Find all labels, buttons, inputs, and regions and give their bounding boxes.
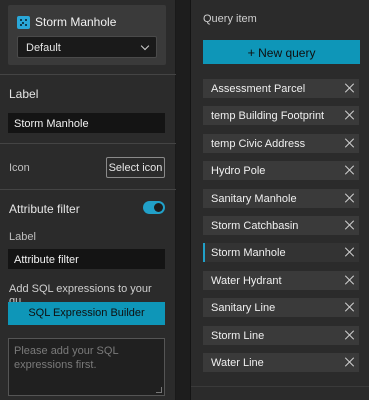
- close-icon[interactable]: [345, 83, 355, 93]
- close-icon[interactable]: [345, 193, 355, 203]
- icon-heading: Icon: [9, 162, 30, 174]
- query-item[interactable]: Water Hydrant: [203, 270, 359, 290]
- query-item[interactable]: Storm Line: [203, 325, 359, 345]
- new-query-button[interactable]: + New query: [203, 40, 360, 64]
- query-panel-title: Query item: [203, 13, 257, 25]
- sql-expression-textarea[interactable]: Please add your SQL expressions first.: [8, 338, 165, 396]
- layer-icon: [17, 16, 30, 29]
- close-icon[interactable]: [345, 275, 355, 285]
- query-item-label: temp Building Footprint: [211, 110, 325, 123]
- close-icon[interactable]: [345, 220, 355, 230]
- query-item-label: Sanitary Manhole: [211, 192, 297, 205]
- filter-label-heading: Label: [9, 231, 36, 243]
- layer-view-select-value: Default: [26, 42, 61, 54]
- divider: [0, 189, 176, 190]
- query-item-label: Hydro Pole: [211, 165, 266, 178]
- query-item-label: Storm Catchbasin: [211, 219, 299, 232]
- close-icon[interactable]: [345, 165, 355, 175]
- query-item-label: Sanitary Line: [211, 302, 276, 315]
- query-item[interactable]: temp Civic Address: [203, 133, 359, 153]
- plus-icon: +: [247, 45, 256, 60]
- query-item[interactable]: Hydro Pole: [203, 161, 359, 181]
- query-item[interactable]: Sanitary Line: [203, 298, 359, 318]
- select-icon-button[interactable]: Select icon: [106, 157, 165, 178]
- close-icon[interactable]: [345, 110, 355, 120]
- query-items-panel: Query item + New query Assessment Parcel t…: [190, 0, 369, 400]
- settings-panel: Storm Manhole Default Label Storm Manhol…: [0, 0, 176, 400]
- close-icon[interactable]: [345, 138, 355, 148]
- new-query-label: New query: [258, 46, 316, 60]
- sql-placeholder: Please add your SQL expressions first.: [14, 345, 119, 371]
- query-item-label: Storm Line: [211, 329, 265, 342]
- chevron-down-icon: [140, 41, 150, 51]
- sql-expression-builder-button[interactable]: SQL Expression Builder: [8, 302, 165, 325]
- query-item-label: Assessment Parcel: [211, 83, 306, 95]
- close-icon[interactable]: [345, 357, 355, 367]
- query-item[interactable]: Sanitary Manhole: [203, 188, 359, 208]
- toggle-knob: [154, 203, 163, 212]
- filter-label-input[interactable]: Attribute filter: [8, 249, 165, 269]
- divider: [0, 143, 176, 144]
- layer-card: Storm Manhole Default: [8, 5, 166, 65]
- query-item[interactable]: Water Line: [203, 352, 359, 372]
- layer-name: Storm Manhole: [35, 15, 117, 29]
- close-icon[interactable]: [345, 247, 355, 257]
- divider: [191, 386, 369, 387]
- query-item-label: temp Civic Address: [211, 137, 306, 150]
- layer-view-select[interactable]: Default: [17, 36, 157, 58]
- resize-handle-icon[interactable]: [156, 387, 162, 393]
- attribute-filter-toggle[interactable]: [143, 201, 165, 214]
- label-heading: Label: [9, 87, 39, 101]
- close-icon[interactable]: [345, 302, 355, 312]
- query-item[interactable]: temp Building Footprint: [203, 106, 359, 126]
- query-item[interactable]: Storm Catchbasin: [203, 215, 359, 235]
- close-icon[interactable]: [345, 330, 355, 340]
- label-input[interactable]: Storm Manhole: [8, 113, 165, 133]
- query-item[interactable]: Assessment Parcel: [203, 79, 359, 98]
- query-list: Assessment Parcel temp Building Footprint…: [203, 79, 359, 380]
- query-item-label: Water Hydrant: [211, 274, 282, 287]
- attribute-filter-heading: Attribute filter: [9, 202, 80, 216]
- divider: [0, 74, 176, 75]
- query-item[interactable]: Storm Manhole: [203, 243, 359, 263]
- query-item-label: Storm Manhole: [211, 247, 286, 260]
- query-item-label: Water Line: [211, 356, 264, 369]
